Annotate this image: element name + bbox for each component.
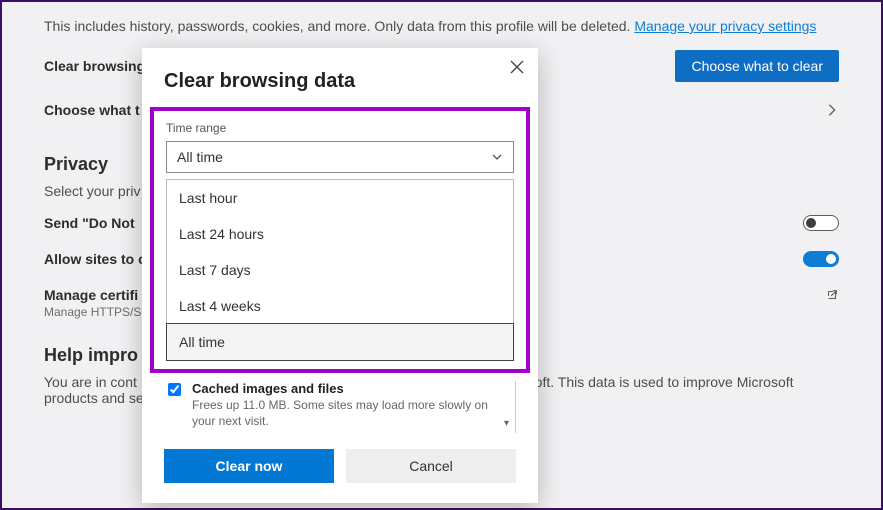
time-range-selected-value: All time	[177, 149, 223, 165]
time-range-option[interactable]: Last hour	[167, 180, 513, 216]
close-button[interactable]	[510, 60, 524, 79]
time-range-select[interactable]: All time	[166, 141, 514, 173]
time-range-label: Time range	[166, 121, 514, 135]
time-range-option[interactable]: Last 4 weeks	[167, 288, 513, 324]
time-range-dropdown: Last hour Last 24 hours Last 7 days Last…	[166, 179, 514, 361]
chevron-down-icon	[491, 151, 503, 163]
time-range-option-selected[interactable]: All time	[166, 323, 514, 361]
time-range-option[interactable]: Last 7 days	[167, 252, 513, 288]
cached-images-checkbox[interactable]	[168, 383, 181, 396]
time-range-highlight: Time range All time Last hour Last 24 ho…	[150, 107, 530, 373]
cached-images-checkbox-row: Cached images and files Frees up 11.0 MB…	[164, 381, 516, 433]
dialog-title: Clear browsing data	[164, 70, 516, 93]
cached-images-sub: Frees up 11.0 MB. Some sites may load mo…	[192, 398, 496, 429]
close-icon	[510, 60, 524, 74]
time-range-option[interactable]: Last 24 hours	[167, 216, 513, 252]
dialog-button-row: Clear now Cancel	[164, 449, 516, 483]
clear-now-button[interactable]: Clear now	[164, 449, 334, 483]
clear-browsing-data-dialog: Clear browsing data Time range All time …	[142, 48, 538, 503]
cancel-button[interactable]: Cancel	[346, 449, 516, 483]
scroll-down-arrow-icon[interactable]: ▾	[504, 418, 509, 429]
cached-images-title: Cached images and files	[192, 381, 496, 396]
